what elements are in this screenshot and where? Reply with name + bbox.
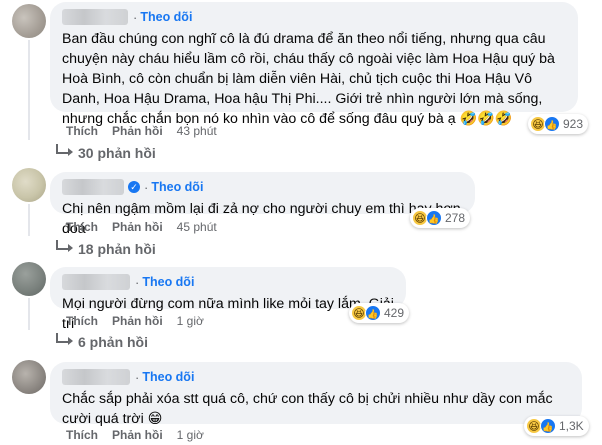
follow-button[interactable]: Theo dõi (142, 370, 194, 384)
like-reaction-icon: 👍 (540, 418, 556, 434)
commenter-name[interactable] (62, 9, 128, 25)
commenter-name[interactable] (62, 179, 124, 195)
comment-bubble: ✓ · Theo dõi Chị nên ngậm mồm lại đi zả … (50, 172, 475, 237)
comment-time[interactable]: 45 phút (177, 220, 217, 234)
replies-count: 6 phản hồi (78, 334, 148, 350)
like-button[interactable]: Thích (66, 428, 98, 442)
comment-time[interactable]: 1 giờ (177, 314, 204, 328)
reaction-summary[interactable]: 😆 👍 278 (410, 208, 471, 228)
separator: · (133, 9, 138, 25)
reaction-summary[interactable]: 😆 👍 1,3K (524, 416, 589, 436)
view-replies-button[interactable]: 18 phản hồi (56, 240, 156, 257)
reaction-count: 278 (445, 211, 466, 225)
reaction-count: 429 (384, 306, 405, 320)
reply-arrow-icon (56, 144, 73, 156)
like-button[interactable]: Thích (66, 314, 98, 328)
replies-count: 30 phản hồi (78, 145, 156, 161)
reaction-count: 1,3K (559, 419, 584, 433)
like-button[interactable]: Thích (66, 220, 98, 234)
avatar[interactable] (12, 168, 46, 202)
view-replies-button[interactable]: 6 phản hồi (56, 333, 148, 350)
separator: · (144, 179, 149, 195)
separator: · (135, 274, 140, 290)
thread-line (28, 40, 30, 140)
comment-time[interactable]: 43 phút (177, 124, 217, 138)
reply-button[interactable]: Phản hồi (112, 220, 163, 234)
commenter-name[interactable] (62, 369, 130, 385)
follow-button[interactable]: Theo dõi (140, 10, 192, 24)
comment-bubble: · Theo dõi Ban đầu chúng con nghĩ cô là … (50, 2, 578, 127)
separator: · (135, 369, 140, 385)
comment-bubble: · Theo dõi Chắc sắp phải xóa stt quá cô,… (50, 362, 582, 427)
avatar[interactable] (12, 262, 46, 296)
avatar[interactable] (12, 4, 46, 38)
reaction-count: 923 (563, 117, 584, 131)
reply-button[interactable]: Phản hồi (112, 428, 163, 442)
like-button[interactable]: Thích (66, 124, 98, 138)
like-reaction-icon: 👍 (426, 210, 442, 226)
reaction-summary[interactable]: 😆 👍 923 (528, 114, 589, 134)
comment-text: Ban đầu chúng con nghĩ cô là đú drama để… (62, 31, 555, 127)
verified-badge-icon: ✓ (128, 181, 140, 193)
view-replies-button[interactable]: 30 phản hồi (56, 144, 156, 161)
reply-arrow-icon (56, 333, 73, 345)
comment-time[interactable]: 1 giờ (177, 428, 204, 442)
reply-arrow-icon (56, 240, 73, 252)
reaction-summary[interactable]: 😆 👍 429 (349, 303, 410, 323)
like-reaction-icon: 👍 (365, 305, 381, 321)
reply-button[interactable]: Phản hồi (112, 314, 163, 328)
follow-button[interactable]: Theo dõi (142, 275, 194, 289)
avatar[interactable] (12, 360, 46, 394)
follow-button[interactable]: Theo dõi (151, 180, 203, 194)
like-reaction-icon: 👍 (544, 116, 560, 132)
comment-bubble: · Theo dõi Mọi người đừng com nữa mình l… (50, 267, 406, 332)
thread-line (28, 298, 30, 330)
commenter-name[interactable] (62, 274, 130, 290)
comment-text: Chắc sắp phải xóa stt quá cô, chứ con th… (62, 391, 553, 427)
reply-button[interactable]: Phản hồi (112, 124, 163, 138)
thread-line (28, 204, 30, 236)
replies-count: 18 phản hồi (78, 241, 156, 257)
